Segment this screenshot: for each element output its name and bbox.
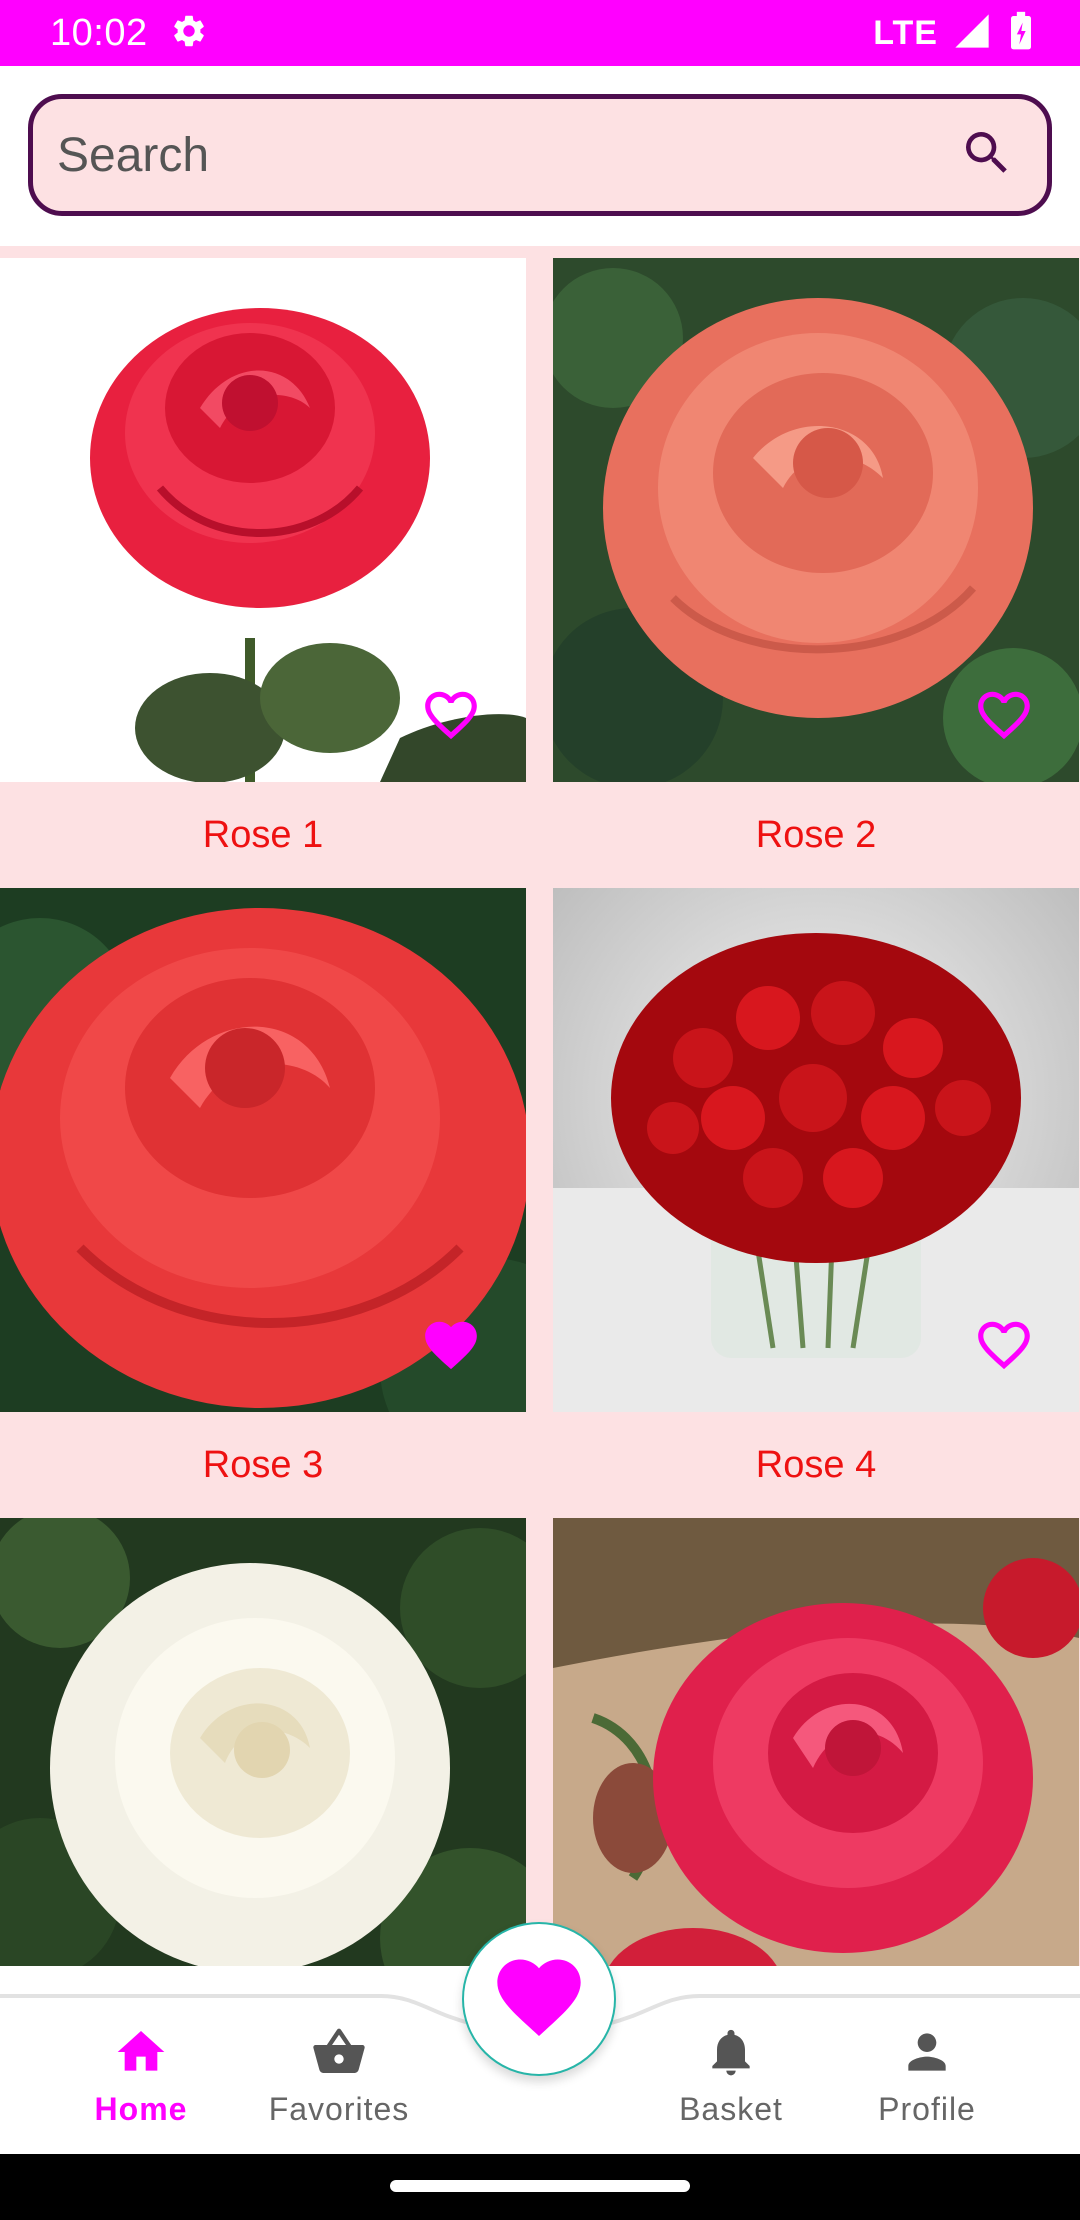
status-bar: 10:02 LTE bbox=[0, 0, 1080, 66]
nav-favorites[interactable]: Favorites bbox=[254, 2024, 424, 2128]
product-image[interactable] bbox=[0, 888, 526, 1412]
favorite-heart-icon[interactable] bbox=[420, 684, 482, 746]
product-name: Rose 1 bbox=[202, 814, 324, 856]
product-name: Rose 2 bbox=[755, 814, 877, 856]
bell-icon bbox=[703, 2024, 759, 2085]
nav-label: Home bbox=[94, 2091, 188, 2127]
system-gesture-bar bbox=[0, 2154, 1080, 2220]
basket-icon bbox=[311, 2024, 367, 2085]
status-time: 10:02 bbox=[50, 11, 148, 54]
favorite-heart-icon[interactable] bbox=[973, 684, 1035, 746]
network-type: LTE bbox=[873, 13, 938, 52]
home-icon bbox=[113, 2024, 169, 2085]
home-gesture-handle[interactable] bbox=[390, 2180, 690, 2192]
heart-icon bbox=[489, 1947, 589, 2052]
nav-label: Profile bbox=[878, 2091, 976, 2127]
product-image[interactable] bbox=[553, 258, 1079, 782]
status-right: LTE bbox=[873, 11, 1036, 56]
nav-profile[interactable]: Profile bbox=[842, 2024, 1012, 2128]
signal-icon bbox=[952, 11, 992, 56]
screen: 10:02 LTE Search Rose 1 Rose 2 Rose 3 Ro… bbox=[0, 0, 1080, 2220]
search-icon[interactable] bbox=[959, 125, 1015, 186]
product-grid: Rose 1 Rose 2 Rose 3 Rose 4 bbox=[0, 246, 1080, 1966]
product-name: Rose 3 bbox=[202, 1444, 324, 1486]
person-icon bbox=[899, 2024, 955, 2085]
product-image[interactable] bbox=[0, 1518, 526, 1966]
product-image[interactable] bbox=[0, 258, 526, 782]
search-bar bbox=[28, 94, 1052, 216]
product-name: Rose 4 bbox=[755, 1444, 877, 1486]
status-left: 10:02 bbox=[50, 12, 208, 55]
nav-basket[interactable]: Basket bbox=[646, 2024, 816, 2128]
nav-label: Basket bbox=[679, 2091, 783, 2127]
favorite-heart-icon[interactable] bbox=[973, 1314, 1035, 1376]
product-image[interactable] bbox=[553, 888, 1079, 1412]
settings-icon bbox=[170, 12, 208, 55]
product-image[interactable] bbox=[553, 1518, 1079, 1966]
battery-icon bbox=[1006, 11, 1036, 56]
search-input[interactable] bbox=[57, 127, 959, 183]
search-field[interactable] bbox=[28, 94, 1052, 216]
nav-home[interactable]: Home bbox=[56, 2024, 226, 2128]
favorite-heart-icon[interactable] bbox=[420, 1314, 482, 1376]
favorites-fab-button[interactable] bbox=[462, 1922, 616, 2076]
nav-label: Favorites bbox=[268, 2091, 410, 2127]
